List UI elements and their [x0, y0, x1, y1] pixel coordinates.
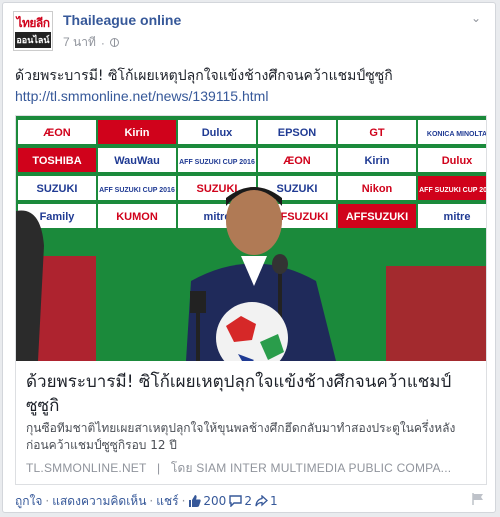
action-separator: ·: [45, 494, 50, 508]
flag-icon[interactable]: [471, 492, 485, 506]
shares-count[interactable]: 1: [255, 494, 278, 508]
like-button[interactable]: ถูกใจ: [15, 492, 42, 511]
attachment-description: กุนซือทีมชาติไทยเผยสาเหตุปลุกใจให้ขุนพลช…: [26, 421, 456, 452]
post-text: ด้วยพระบารมี! ซิโก้เผยเหตุปลุกใจแข้งช้าง…: [15, 68, 393, 84]
sponsor-logo-text: GT: [369, 127, 385, 139]
share-arrow-icon: [255, 495, 268, 507]
sponsor-logo-text: Dulux: [202, 127, 233, 139]
sponsor-logo-text: Nikon: [362, 183, 393, 195]
sponsor-logo-text: Kirin: [364, 155, 389, 167]
comments-count[interactable]: 2: [229, 494, 252, 508]
sponsor-logo-text: WauWau: [114, 155, 160, 167]
sponsor-logo-text: AFF SUZUKI CUP 2016: [99, 187, 175, 194]
sponsor-logo-text: Kirin: [124, 127, 149, 139]
sponsor-logo-text: AFF SUZUKI CUP 2016: [419, 187, 486, 194]
post-card: ไทยลีก ออนไลน์ Thaileague online 7 นาที …: [2, 2, 496, 513]
globe-icon: [109, 38, 119, 47]
post-meta: 7 นาที ·: [63, 33, 119, 52]
thumbs-up-icon: [189, 495, 202, 507]
post-timestamp[interactable]: 7 นาที: [63, 33, 96, 52]
chevron-down-icon[interactable]: ⌄: [471, 12, 485, 24]
likes-count[interactable]: 200: [188, 494, 226, 508]
meta-separator: ·: [100, 35, 105, 50]
sponsor-logo-text: Family: [40, 211, 76, 223]
press-conference-photo: ÆON Kirin Dulux EPSON GT KONICA MINOLTA TOSHIB…: [16, 116, 486, 361]
sponsor-logo-text: KUMON: [116, 211, 158, 223]
share-button[interactable]: แชร์: [156, 492, 178, 511]
sponsor-logo-text: ÆON: [43, 127, 71, 139]
footer-separator: |: [156, 461, 161, 475]
comment-icon: [229, 495, 243, 507]
sponsor-logo-text: EPSON: [278, 127, 317, 139]
action-separator: ·: [149, 494, 154, 508]
post-link[interactable]: http://tl.smmonline.net/news/139115.html: [15, 87, 268, 105]
sponsor-logo-text: AFFSUZUKI: [346, 211, 408, 223]
sponsor-logo-text: SUZUKI: [197, 183, 238, 195]
comment-button[interactable]: แสดงความคิดเห็น: [52, 492, 146, 511]
sponsor-logo-text: Dulux: [442, 155, 473, 167]
sponsor-logo-text: ÆON: [283, 155, 311, 167]
page-name-link[interactable]: Thaileague online: [63, 12, 181, 28]
sponsor-logo-text: AFF SUZUKI CUP 2016: [179, 159, 255, 166]
comments-count-value: 2: [244, 494, 252, 508]
link-attachment[interactable]: ÆON Kirin Dulux EPSON GT KONICA MINOLTA TOSHIB…: [15, 115, 487, 485]
likes-count-value: 200: [203, 494, 227, 508]
page-avatar[interactable]: ไทยลีก ออนไลน์: [13, 11, 53, 51]
sponsor-logo-text: SUZUKI: [37, 183, 78, 195]
attachment-image: ÆON Kirin Dulux EPSON GT KONICA MINOLTA TOSHIB…: [16, 116, 486, 361]
attachment-title[interactable]: ด้วยพระบารมี! ซิโก้เผยเหตุปลุกใจแข้งช้าง…: [26, 370, 476, 418]
action-separator: ·: [181, 494, 186, 508]
sponsor-logo-text: mitre: [444, 211, 471, 223]
sponsor-logo-text: KONICA MINOLTA: [427, 131, 486, 138]
avatar-logo-text: ไทยลีก: [16, 16, 50, 30]
shares-count-value: 1: [269, 494, 278, 508]
avatar-logo-subtext: ออนไลน์: [15, 32, 51, 48]
attachment-author: โดย SIAM INTER MULTIMEDIA PUBLIC COMPA..…: [170, 461, 452, 475]
attachment-footer: TL.SMMONLINE.NET | โดย SIAM INTER MULTIM…: [26, 460, 476, 476]
sponsor-logo-text: TOSHIBA: [32, 155, 81, 167]
sponsor-logo-text: SUZUKI: [277, 183, 318, 195]
attachment-domain: TL.SMMONLINE.NET: [26, 461, 147, 475]
post-actions: ถูกใจ · แสดงความคิดเห็น · แชร์ · 200 2 1: [15, 493, 485, 509]
